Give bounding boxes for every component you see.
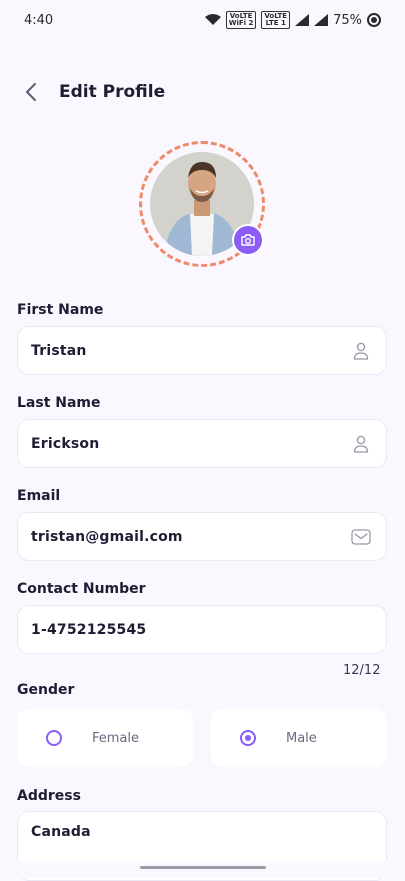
signal-icon: [314, 14, 329, 26]
last-name-field[interactable]: [17, 419, 387, 468]
gender-option-label: Female: [92, 730, 140, 746]
volte-wifi-badge: VoLTE WiFi 2: [225, 11, 257, 29]
gender-option-label: Male: [286, 730, 317, 746]
camera-icon: [241, 234, 255, 246]
first-name-label: First Name: [17, 302, 104, 318]
email-field[interactable]: [17, 512, 387, 561]
volte-lte-badge: VoLTE LTE 1: [261, 11, 291, 29]
profile-photo[interactable]: [139, 141, 265, 267]
home-indicator[interactable]: [140, 866, 266, 869]
address-label: Address: [17, 788, 81, 804]
first-name-input[interactable]: [31, 342, 350, 359]
person-icon: [350, 340, 372, 362]
status-bar: 4:40 VoLTE WiFi 2 VoLTE LTE 1 75%: [0, 0, 405, 40]
mail-icon: [350, 526, 372, 548]
badge-bottom-text: WiFi 2: [228, 19, 254, 27]
battery-percent: 75%: [333, 12, 362, 28]
wifi-icon: [204, 14, 221, 25]
radio-male[interactable]: [240, 730, 256, 746]
contact-number-field[interactable]: [17, 605, 387, 654]
address-input[interactable]: [31, 824, 372, 840]
status-time: 4:40: [24, 12, 54, 28]
battery-saver-icon: [367, 13, 381, 27]
status-icons: VoLTE WiFi 2 VoLTE LTE 1 75%: [204, 11, 381, 29]
last-name-label: Last Name: [17, 395, 101, 411]
email-input[interactable]: [31, 528, 350, 545]
badge-bottom-text: LTE 1: [265, 19, 286, 27]
chevron-left-icon: [26, 83, 36, 101]
gender-option-male[interactable]: Male: [211, 709, 387, 767]
navigation-bar: [0, 861, 405, 878]
app-bar: Edit Profile: [0, 70, 405, 114]
email-label: Email: [17, 488, 61, 504]
person-icon: [350, 433, 372, 455]
character-counter: 12/12: [343, 663, 381, 678]
contact-number-label: Contact Number: [17, 581, 146, 597]
back-button[interactable]: [18, 79, 44, 105]
page-title: Edit Profile: [59, 82, 166, 102]
gender-option-female[interactable]: Female: [17, 709, 193, 767]
signal-icon: [295, 14, 310, 26]
last-name-input[interactable]: [31, 435, 350, 452]
change-photo-button[interactable]: [232, 224, 264, 256]
first-name-field[interactable]: [17, 326, 387, 375]
gender-label: Gender: [17, 682, 75, 698]
contact-number-input[interactable]: [31, 621, 372, 638]
radio-female[interactable]: [46, 730, 62, 746]
